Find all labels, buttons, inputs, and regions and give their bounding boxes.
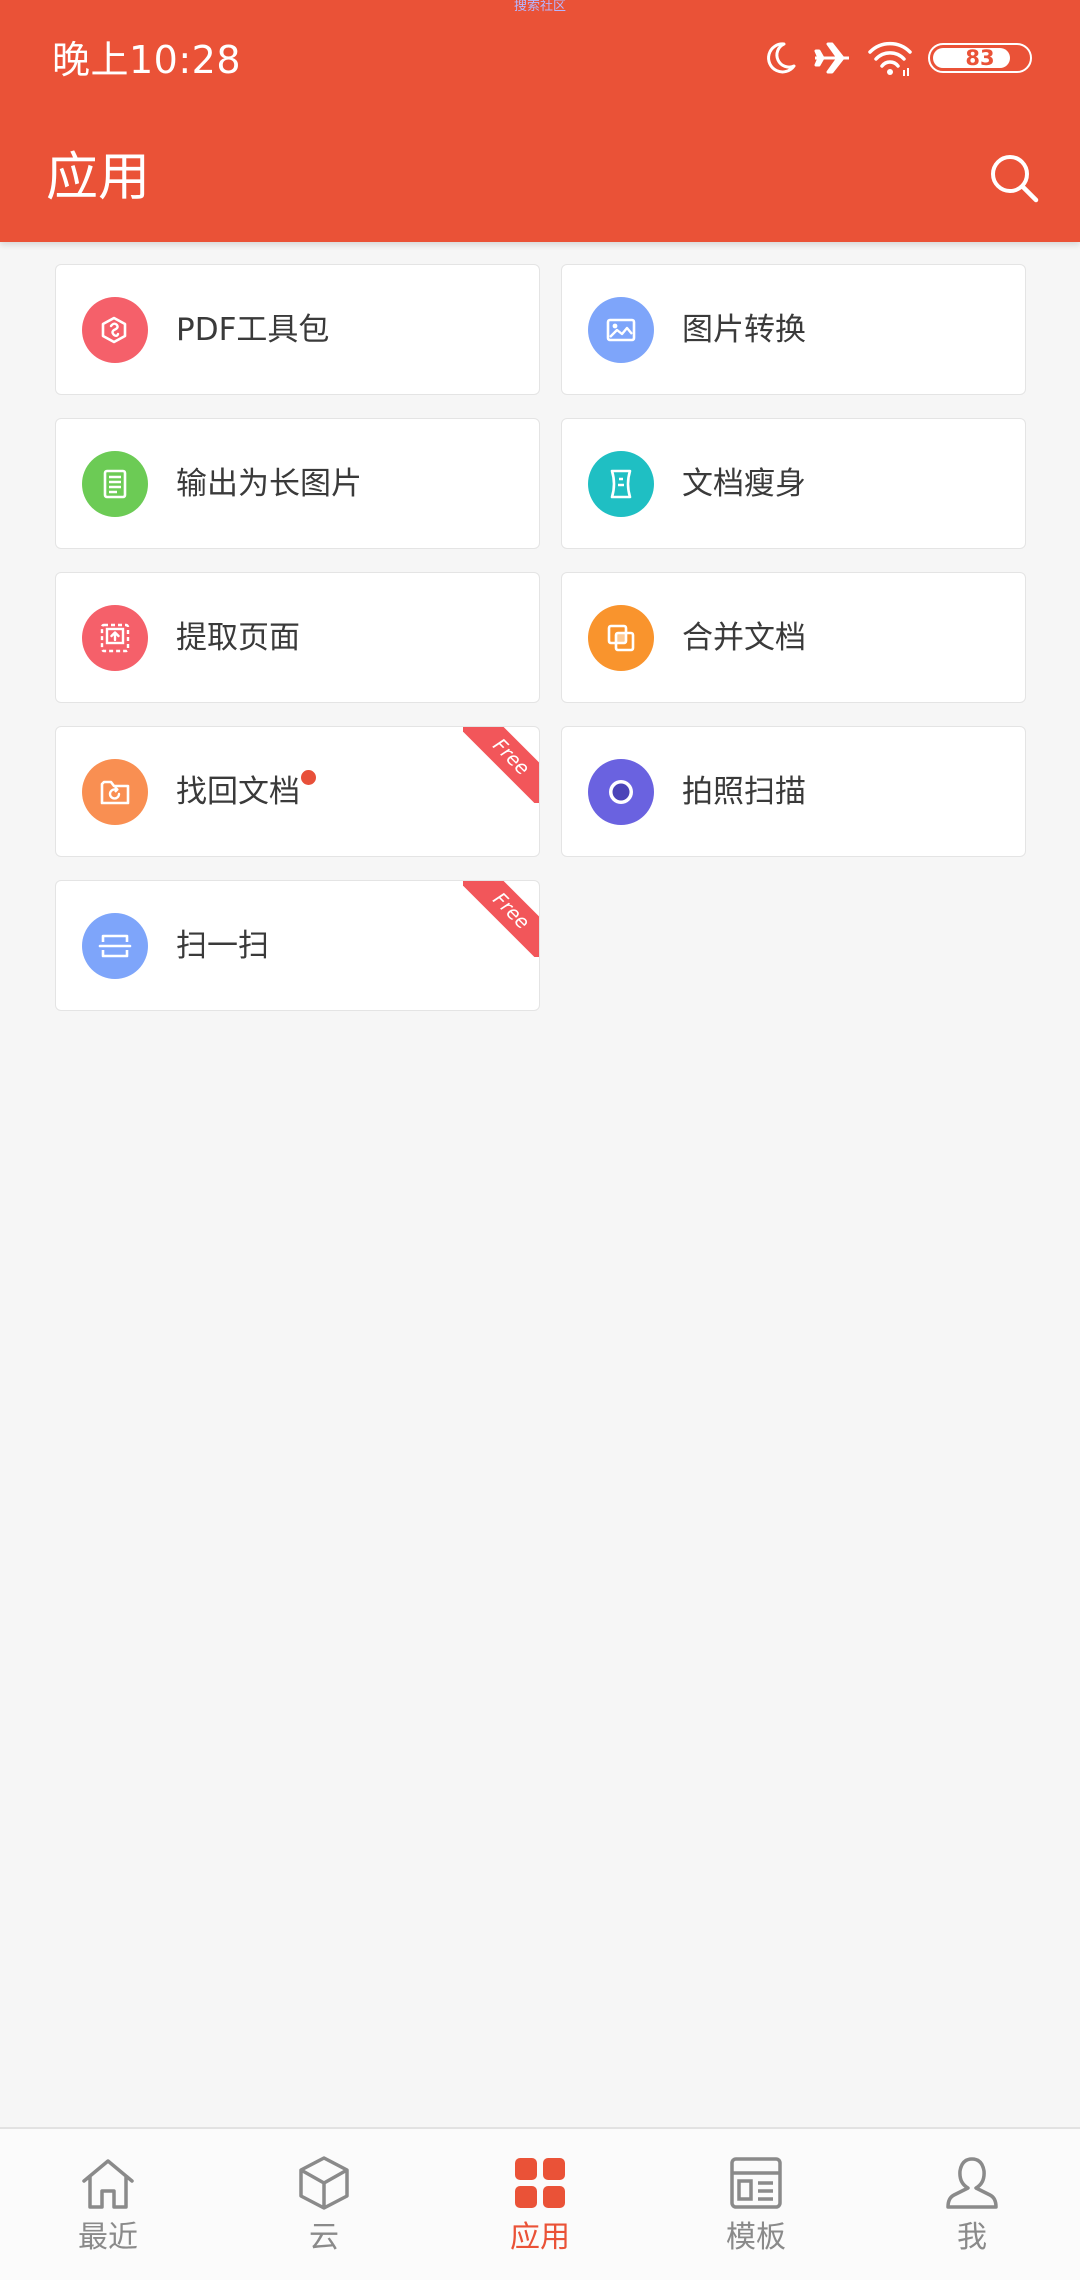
free-ribbon-label: Free	[463, 881, 539, 957]
app-card-label: 输出为长图片	[176, 465, 362, 502]
page-title: 应用	[46, 148, 151, 208]
nav-item-label: 模板	[726, 2220, 786, 2255]
app-card[interactable]: 拍照扫描	[561, 726, 1026, 857]
cloud-box-icon	[294, 2153, 354, 2213]
app-card-label: 合并文档	[682, 619, 806, 656]
app-card[interactable]: 合并文档	[561, 572, 1026, 703]
apps-grid-icon	[510, 2153, 570, 2213]
battery-indicator: 83	[928, 43, 1032, 73]
merge-doc-icon	[588, 604, 654, 671]
nav-item[interactable]: 最近	[0, 2129, 216, 2280]
app-card[interactable]: 文档瘦身	[561, 418, 1026, 549]
camera-scan-icon	[588, 758, 654, 825]
template-icon	[726, 2153, 786, 2213]
top-app-bar: 搜索社区 晚上10:28 83 应用	[0, 0, 1080, 242]
free-ribbon-label: Free	[463, 727, 539, 803]
nav-item[interactable]: 我	[864, 2129, 1080, 2280]
search-icon	[991, 155, 1039, 203]
app-card[interactable]: 扫一扫 Free	[55, 880, 540, 1011]
extract-page-icon	[82, 604, 148, 671]
nav-item[interactable]: 模板	[648, 2129, 864, 2280]
moon-icon	[767, 42, 796, 74]
app-card[interactable]: 图片转换	[561, 264, 1026, 395]
nav-item[interactable]: 云	[216, 2129, 432, 2280]
recover-doc-icon	[82, 758, 148, 825]
long-image-icon	[82, 450, 148, 517]
app-card-label: 图片转换	[682, 311, 806, 348]
home-icon	[78, 2153, 138, 2213]
wifi-icon	[868, 41, 912, 76]
profile-icon	[942, 2153, 1002, 2213]
app-card[interactable]: PDF工具包	[55, 264, 540, 395]
app-card-label: 文档瘦身	[682, 465, 806, 502]
nav-item-label: 应用	[510, 2220, 570, 2255]
search-button[interactable]	[976, 140, 1052, 216]
app-card[interactable]: 提取页面	[55, 572, 540, 703]
notification-dot	[301, 769, 316, 785]
status-caption: 搜索社区	[513, 0, 566, 14]
battery-level: 83	[965, 46, 995, 70]
app-card-label: 扫一扫	[176, 927, 269, 964]
app-grid: PDF工具包 图片转换输出为长图片 文档瘦身提取页面 合并文档找回文档 Free 拍照扫描…	[55, 264, 1026, 1011]
nav-item-label: 最近	[78, 2220, 138, 2255]
nav-item[interactable]: 应用	[432, 2129, 648, 2280]
free-ribbon: Free	[463, 881, 539, 957]
app-card-label: 拍照扫描	[682, 773, 806, 810]
pdf-toolkit-icon	[82, 296, 148, 363]
app-card-label: 提取页面	[176, 619, 300, 656]
status-time: 晚上10:28	[52, 38, 242, 82]
doc-slim-icon	[588, 450, 654, 517]
bottom-nav: 最近 云 应用 模板 我	[0, 2127, 1080, 2280]
free-ribbon: Free	[463, 727, 539, 803]
nav-item-label: 云	[309, 2220, 339, 2255]
airplane-icon	[814, 42, 849, 74]
scan-icon	[82, 912, 148, 979]
app-card[interactable]: 找回文档 Free	[55, 726, 540, 857]
status-icons: 83	[762, 34, 1032, 82]
app-card[interactable]: 输出为长图片	[55, 418, 540, 549]
app-card-label: PDF工具包	[176, 311, 330, 348]
image-convert-icon	[588, 296, 654, 363]
nav-item-label: 我	[957, 2220, 987, 2255]
app-card-label: 找回文档	[176, 769, 316, 812]
